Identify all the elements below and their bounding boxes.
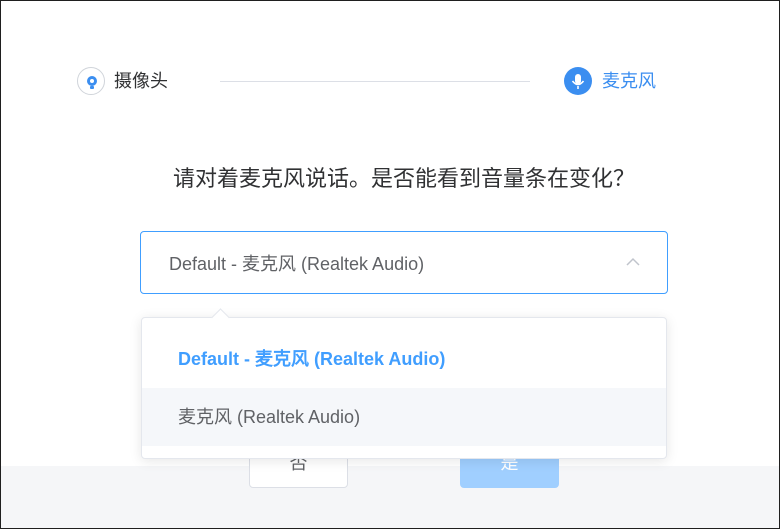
select-value: Default - 麦克风 (Realtek Audio) <box>169 254 425 274</box>
step-connector-line <box>220 81 530 82</box>
select-dropdown: Default - 麦克风 (Realtek Audio) 麦克风 (Realt… <box>141 308 667 459</box>
dropdown-arrow <box>211 308 230 327</box>
step-microphone-label: 麦克风 <box>602 71 656 91</box>
camera-icon <box>77 67 105 95</box>
step-camera-label: 摄像头 <box>114 71 168 91</box>
question-text: 请对着麦克风说话。是否能看到音量条在变化？ <box>172 166 635 191</box>
chevron-up-icon <box>626 257 640 266</box>
dialog: 摄像头 麦克风 请对着麦克风说话。是否能看到音量条在变化？ 否 是 Defaul… <box>0 0 780 529</box>
microphone-select[interactable]: Default - 麦克风 (Realtek Audio) <box>140 231 668 294</box>
microphone-icon <box>564 67 592 95</box>
footer-band <box>1 466 779 528</box>
steps: 摄像头 麦克风 <box>1 1 779 121</box>
option-default-microphone[interactable]: Default - 麦克风 (Realtek Audio) <box>142 330 666 388</box>
option-microphone[interactable]: 麦克风 (Realtek Audio) <box>142 388 666 446</box>
